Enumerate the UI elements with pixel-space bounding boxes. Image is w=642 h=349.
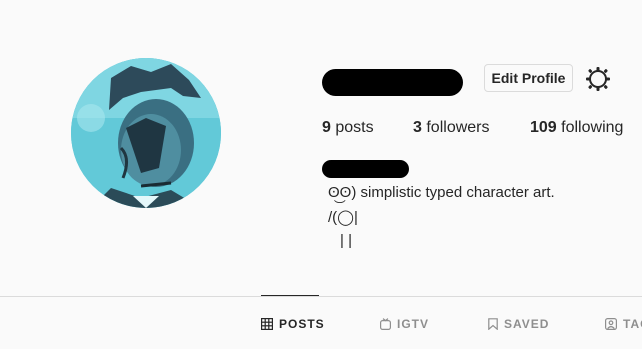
grid-icon	[261, 318, 273, 330]
tab-saved[interactable]: SAVED	[488, 317, 549, 331]
following-count: 109	[530, 119, 557, 136]
username-redacted	[322, 69, 463, 96]
full-name-redacted	[322, 160, 409, 178]
edit-profile-button[interactable]: Edit Profile	[484, 64, 573, 92]
tabs-divider	[0, 296, 642, 297]
following-label: following	[561, 119, 624, 136]
bookmark-icon	[488, 318, 498, 330]
profile-avatar[interactable]	[71, 58, 221, 208]
igtv-icon	[380, 318, 391, 330]
bio-line-3: | |	[340, 232, 352, 249]
tab-posts-label: POSTS	[279, 317, 325, 331]
tab-igtv-label: IGTV	[397, 317, 430, 331]
tab-tagged[interactable]: TAG	[605, 317, 642, 331]
followers-label: followers	[426, 119, 490, 136]
posts-label: posts	[335, 119, 374, 136]
posts-count: 9	[322, 119, 331, 136]
tab-igtv[interactable]: IGTV	[380, 317, 429, 331]
posts-stat: 9 posts	[322, 119, 374, 137]
bio-line-1: ʘ͜ʘ) simplistic typed character art.	[328, 184, 555, 201]
avatar-image	[71, 58, 221, 208]
tab-saved-label: SAVED	[504, 317, 550, 331]
tab-posts[interactable]: POSTS	[261, 317, 325, 331]
gear-icon[interactable]	[585, 66, 611, 92]
followers-count: 3	[413, 119, 422, 136]
followers-stat[interactable]: 3 followers	[413, 119, 490, 137]
following-stat[interactable]: 109 following	[530, 119, 623, 137]
tab-tagged-label: TAG	[623, 317, 642, 331]
active-tab-indicator	[261, 295, 319, 296]
tagged-icon	[605, 318, 617, 330]
bio-line-2: /(◯|	[328, 209, 358, 226]
